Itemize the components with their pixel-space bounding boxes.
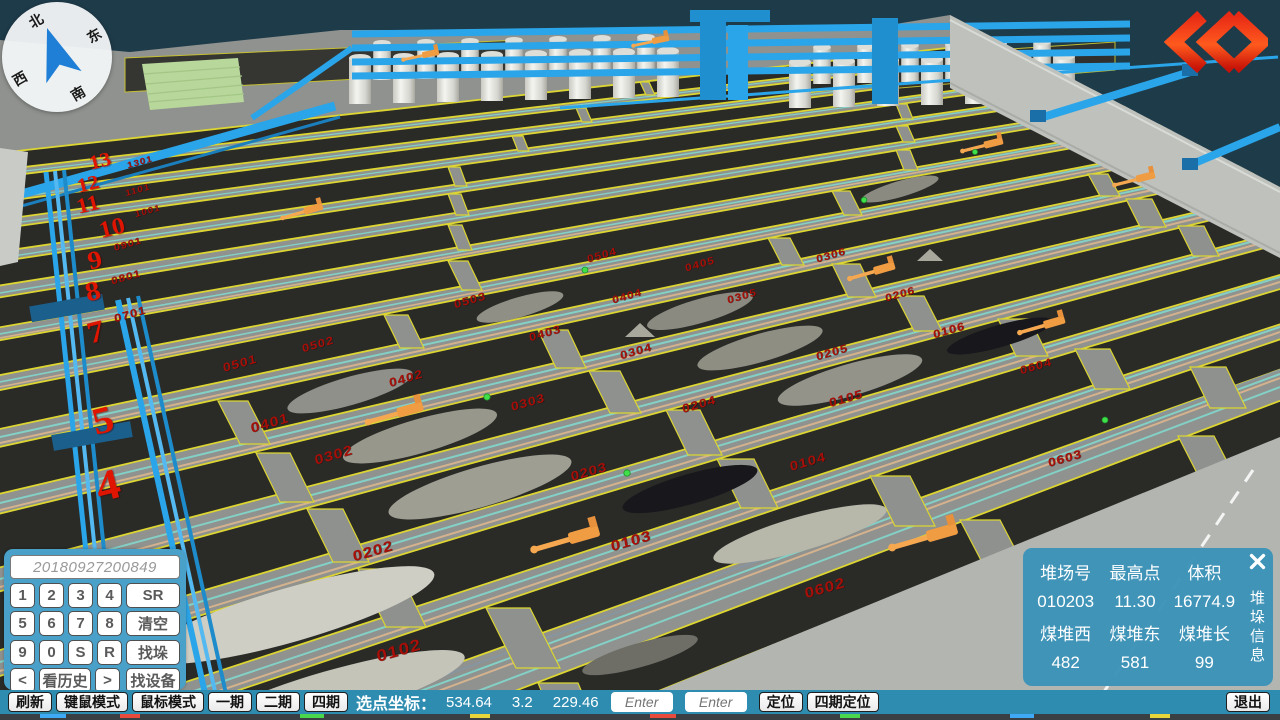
phase4-button[interactable]: 四期 (304, 692, 348, 712)
key-s[interactable]: S (68, 640, 93, 665)
coord-z-value: 229.46 (553, 694, 599, 711)
compass-arrow-icon (17, 17, 97, 97)
phase4-locate-button[interactable]: 四期定位 (807, 692, 879, 712)
key-4[interactable]: 4 (97, 583, 122, 608)
info-value: 581 (1100, 653, 1169, 673)
app-window: 1312111098754130111011001090108010701050… (0, 0, 1280, 720)
coord-y-value: 3.2 (512, 694, 533, 711)
info-header: 煤堆东 (1100, 620, 1169, 645)
clear-button[interactable]: 清空 (126, 611, 180, 636)
info-value: 99 (1170, 653, 1239, 673)
info-header: 煤堆长 (1170, 620, 1239, 645)
key-5[interactable]: 5 (10, 611, 35, 636)
close-icon[interactable] (1249, 553, 1266, 570)
info-value: 11.30 (1100, 592, 1169, 612)
find-pile-button[interactable]: 找垛 (126, 640, 180, 665)
info-header: 堆场号 (1031, 559, 1100, 584)
green-field (142, 58, 244, 110)
key-6[interactable]: 6 (39, 611, 64, 636)
coord-input-2[interactable] (685, 692, 747, 712)
key-8[interactable]: 8 (97, 611, 122, 636)
mouse-mode-button[interactable]: 鼠标模式 (132, 692, 204, 712)
key-sr[interactable]: SR (126, 583, 180, 608)
compass-widget[interactable]: 北 东 南 西 (2, 2, 112, 112)
info-header: 煤堆西 (1031, 620, 1100, 645)
info-value: 482 (1031, 653, 1100, 673)
phase2-button[interactable]: 二期 (256, 692, 300, 712)
phase1-button[interactable]: 一期 (208, 692, 252, 712)
key-mouse-mode-button[interactable]: 键鼠模式 (56, 692, 128, 712)
key-2[interactable]: 2 (39, 583, 64, 608)
info-header: 最高点 (1100, 559, 1169, 584)
info-header: 体积 (1170, 559, 1239, 584)
key-3[interactable]: 3 (68, 583, 93, 608)
key-0[interactable]: 0 (39, 640, 64, 665)
key-r[interactable]: R (97, 640, 122, 665)
info-value: 010203 (1031, 592, 1100, 612)
pile-info-panel: 堆场号 最高点 体积 010203 11.30 16774.9 煤堆西 煤堆东 … (1023, 548, 1273, 686)
pile-info-grid: 堆场号 最高点 体积 010203 11.30 16774.9 煤堆西 煤堆东 … (1031, 556, 1239, 678)
key-7[interactable]: 7 (68, 611, 93, 636)
info-value: 16774.9 (1170, 592, 1239, 612)
locate-button[interactable]: 定位 (759, 692, 803, 712)
keypad-panel: 1 2 3 4 SR 5 6 7 8 清空 9 0 S R 找垛 < 看历史 >… (4, 549, 186, 690)
selected-point-label: 选点坐标： (356, 690, 436, 714)
exit-button[interactable]: 退出 (1226, 692, 1270, 712)
company-logo (1164, 10, 1268, 74)
key-9[interactable]: 9 (10, 640, 35, 665)
bottom-toolbar: 刷新 键鼠模式 鼠标模式 一期 二期 四期 选点坐标： 534.64 3.2 2… (0, 690, 1280, 714)
refresh-button[interactable]: 刷新 (8, 692, 52, 712)
coord-input-1[interactable] (611, 692, 673, 712)
key-1[interactable]: 1 (10, 583, 35, 608)
pile-info-side-label: 堆垛信息 (1246, 590, 1267, 666)
coord-x-value: 534.64 (446, 694, 492, 711)
search-code-input[interactable] (10, 555, 180, 579)
